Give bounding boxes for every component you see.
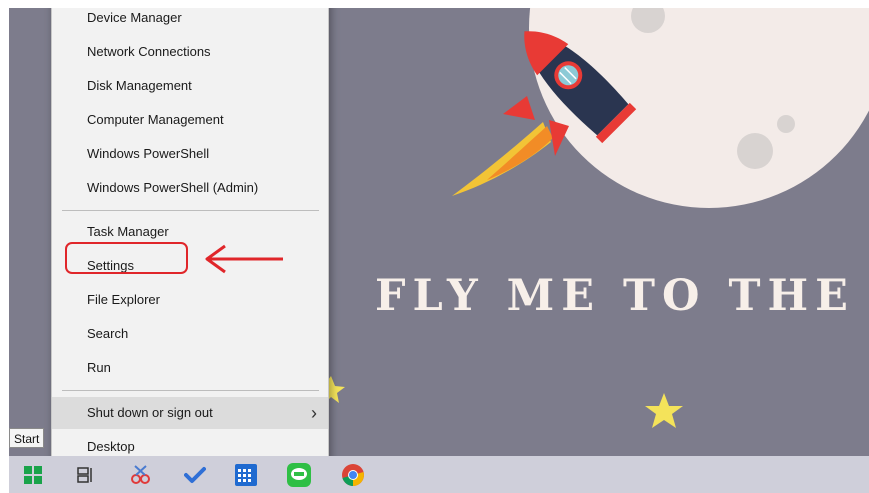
menu-item-windows-powershell[interactable]: Windows PowerShell — [52, 138, 328, 170]
line-app-icon[interactable] — [275, 456, 323, 493]
chrome-icon[interactable] — [329, 456, 377, 493]
windows-start-icon[interactable] — [9, 456, 57, 493]
calendar-app-icon[interactable] — [222, 456, 270, 493]
menu-item-windows-powershell-admin[interactable]: Windows PowerShell (Admin) — [52, 172, 328, 204]
menu-item-file-explorer[interactable]: File Explorer — [52, 284, 328, 316]
settings-highlight-box — [65, 242, 188, 274]
snipping-tool-icon[interactable] — [117, 456, 165, 493]
desktop-screen: FLY ME TO THE M Device Manager Network C… — [9, 8, 869, 493]
menu-item-shut-down-or-sign-out[interactable]: Shut down or sign out › — [52, 397, 328, 429]
menu-item-network-connections[interactable]: Network Connections — [52, 36, 328, 68]
menu-item-run[interactable]: Run — [52, 352, 328, 384]
chevron-right-icon: › — [311, 403, 317, 423]
task-view-icon[interactable] — [61, 456, 109, 493]
taskbar — [9, 456, 869, 493]
menu-item-label: Shut down or sign out — [87, 405, 213, 420]
wallpaper-headline: FLY ME TO THE M — [375, 271, 869, 321]
menu-separator — [62, 390, 319, 391]
menu-item-computer-management[interactable]: Computer Management — [52, 104, 328, 136]
menu-item-device-manager[interactable]: Device Manager — [52, 8, 328, 34]
todo-check-icon[interactable] — [171, 456, 219, 493]
start-tooltip: Start — [9, 428, 45, 448]
annotation-arrow-icon — [205, 244, 283, 274]
menu-separator — [62, 210, 319, 211]
winx-context-menu: Device Manager Network Connections Disk … — [51, 8, 329, 464]
menu-item-disk-management[interactable]: Disk Management — [52, 70, 328, 102]
menu-item-search[interactable]: Search — [52, 318, 328, 350]
